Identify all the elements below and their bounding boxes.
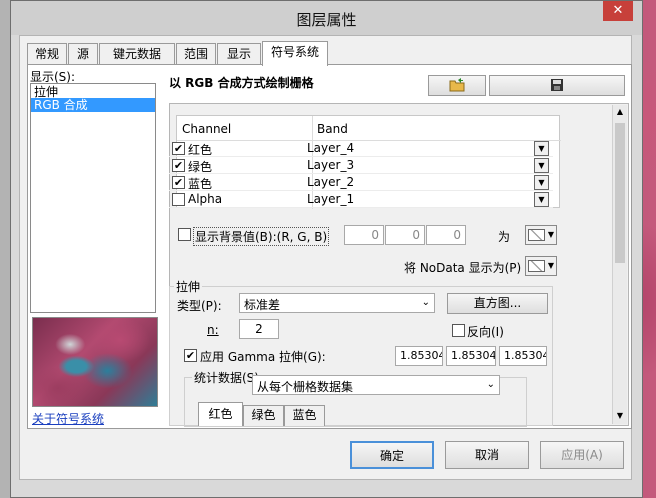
background-color-picker[interactable]: ▼: [525, 225, 557, 245]
stretch-type-label: 类型(P):: [177, 299, 222, 313]
stretch-group-title: 拉伸: [174, 278, 203, 295]
window-title: 图层属性: [296, 11, 357, 29]
n-input[interactable]: 2: [239, 319, 279, 339]
gamma-red-input[interactable]: 1.85304: [395, 346, 443, 366]
band-dropdown-icon[interactable]: ▼: [534, 158, 549, 173]
background-g-input[interactable]: 0: [385, 225, 425, 245]
title-bar: 图层属性 ✕: [11, 1, 642, 35]
background-r-input[interactable]: 0: [344, 225, 384, 245]
column-header-band: Band: [317, 122, 348, 136]
save-button[interactable]: [489, 75, 625, 96]
gamma-checkbox[interactable]: ✔: [184, 349, 197, 362]
chevron-down-icon: ▼: [547, 261, 554, 270]
tab-key-metadata[interactable]: 键元数据: [99, 43, 175, 64]
as-label: 为: [498, 230, 511, 244]
tab-display[interactable]: 显示: [217, 43, 261, 64]
band-value[interactable]: Layer_2: [307, 175, 354, 189]
channel-label: Alpha: [188, 192, 223, 206]
gamma-green-input[interactable]: 1.85304: [446, 346, 496, 366]
chevron-down-icon: ▼: [547, 230, 554, 239]
subtab-red[interactable]: 红色: [198, 402, 243, 426]
background-b-input[interactable]: 0: [426, 225, 466, 245]
channel-checkbox[interactable]: ✔: [172, 176, 185, 189]
color-swatch-icon: [528, 229, 545, 241]
statistics-select[interactable]: 从每个栅格数据集 ⌄: [252, 375, 500, 395]
stretch-type-select[interactable]: 标准差 ⌄: [239, 293, 435, 313]
header-divider: [177, 140, 561, 141]
subtab-green[interactable]: 绿色: [243, 405, 284, 426]
invert-label: 反向(I): [467, 325, 504, 339]
gamma-label: 应用 Gamma 拉伸(G):: [200, 350, 326, 364]
list-item-selected[interactable]: RGB 合成: [31, 98, 155, 112]
chevron-down-icon: ⌄: [486, 379, 495, 390]
list-item[interactable]: 拉伸: [31, 84, 155, 99]
nodata-label: 将 NoData 显示为(P): [404, 261, 522, 275]
renderer-list[interactable]: 拉伸 RGB 合成: [30, 83, 156, 313]
row-divider: [169, 173, 553, 174]
channel-checkbox[interactable]: ✔: [172, 142, 185, 155]
chevron-down-icon: ⌄: [421, 297, 430, 308]
tab-symbology[interactable]: 符号系统: [262, 41, 328, 66]
tab-extent[interactable]: 范围: [176, 43, 216, 64]
n-label: n:: [207, 323, 219, 337]
preview-image: [32, 317, 158, 407]
scroll-thumb[interactable]: [615, 123, 625, 263]
layer-properties-window: 图层属性 ✕ 常规 源 键元数据 范围 显示 符号系统 显示(S): 拉伸 RG…: [10, 0, 643, 498]
row-divider: [169, 156, 553, 157]
apply-button[interactable]: 应用(A): [540, 441, 624, 469]
band-value[interactable]: Layer_4: [307, 141, 354, 155]
show-background-label: 显示背景值(B):(R, G, B): [193, 227, 330, 246]
show-background-checkbox[interactable]: [178, 228, 191, 241]
open-file-button[interactable]: [428, 75, 486, 96]
color-swatch-icon: [528, 260, 545, 272]
nodata-color-picker[interactable]: ▼: [525, 256, 557, 276]
section-heading: 以 RGB 合成方式绘制栅格: [169, 76, 314, 90]
vertical-scrollbar[interactable]: ▲ ▼: [612, 105, 627, 424]
band-value[interactable]: Layer_1: [307, 192, 354, 206]
close-button[interactable]: ✕: [603, 1, 633, 21]
cancel-button[interactable]: 取消: [445, 441, 529, 469]
statistics-label: 统计数据(S): [192, 369, 261, 386]
channel-table: Channel Band: [176, 115, 561, 209]
histogram-button[interactable]: 直方图...: [447, 293, 548, 314]
ok-button[interactable]: 确定: [350, 441, 434, 469]
band-dropdown-icon[interactable]: ▼: [534, 192, 549, 207]
statistics-value: 从每个栅格数据集: [257, 380, 354, 394]
subtab-blue[interactable]: 蓝色: [284, 405, 325, 426]
band-dropdown-icon[interactable]: ▼: [534, 175, 549, 190]
tab-source[interactable]: 源: [68, 43, 98, 64]
row-divider: [169, 190, 553, 191]
scroll-down-icon[interactable]: ▼: [613, 409, 627, 423]
gamma-blue-input[interactable]: 1.85304: [499, 346, 547, 366]
scroll-up-icon[interactable]: ▲: [613, 105, 627, 119]
tab-general[interactable]: 常规: [27, 43, 67, 64]
band-dropdown-icon[interactable]: ▼: [534, 141, 549, 156]
channel-checkbox[interactable]: [172, 193, 185, 206]
channel-checkbox[interactable]: ✔: [172, 159, 185, 172]
stretch-type-value: 标准差: [244, 298, 281, 312]
folder-open-icon: [449, 78, 465, 95]
row-divider: [169, 207, 553, 208]
column-header-channel: Channel: [182, 122, 232, 136]
band-value[interactable]: Layer_3: [307, 158, 354, 172]
invert-checkbox[interactable]: [452, 324, 465, 337]
about-symbology-link[interactable]: 关于符号系统: [32, 410, 104, 427]
save-icon: [550, 78, 564, 95]
